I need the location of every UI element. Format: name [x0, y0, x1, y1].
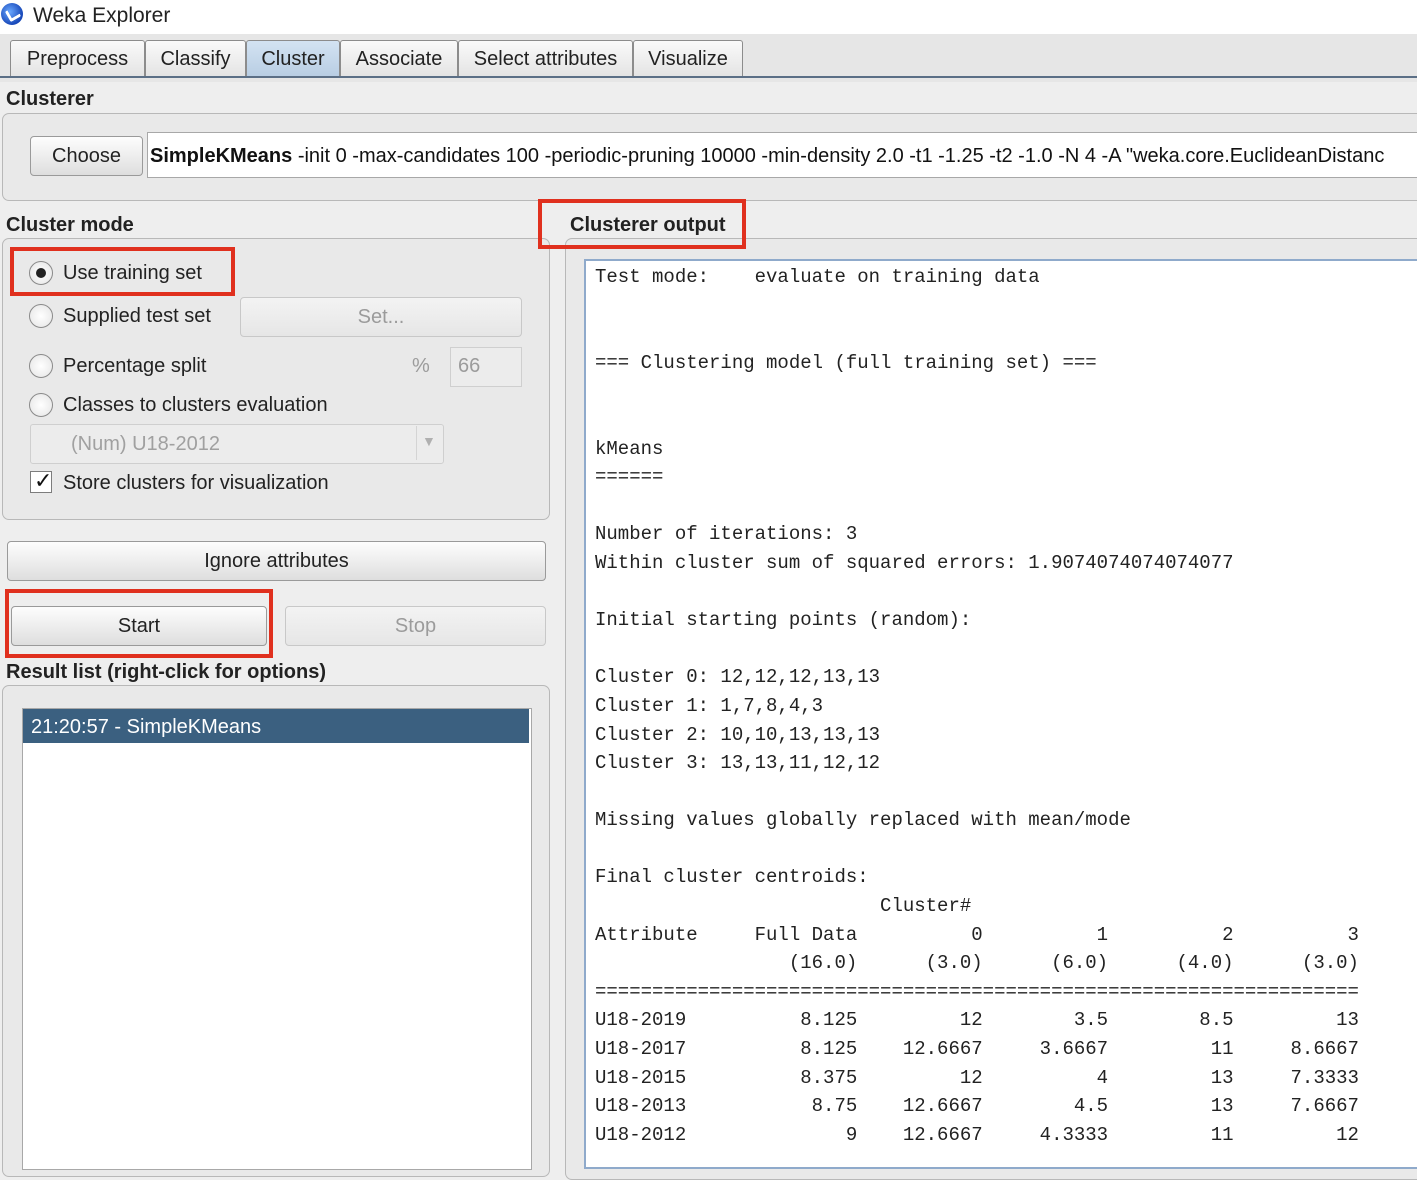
- percentage-split-label: Percentage split: [63, 355, 207, 377]
- percentage-split-value: 66: [458, 355, 481, 377]
- supplied-test-set-radio[interactable]: [29, 304, 53, 328]
- choose-button[interactable]: Choose: [30, 136, 143, 176]
- select-divider: [416, 426, 417, 460]
- set-test-set-button[interactable]: Set...: [240, 297, 522, 337]
- ignore-attributes-button[interactable]: Ignore attributes: [7, 541, 546, 581]
- class-attribute-value: (Num) U18-2012: [71, 433, 220, 455]
- chevron-down-icon: ▼: [422, 433, 436, 449]
- percent-symbol: %: [412, 355, 430, 377]
- cluster-mode-label: Cluster mode: [6, 214, 134, 236]
- tab-preprocess[interactable]: Preprocess: [10, 40, 145, 77]
- tab-cluster[interactable]: Cluster: [246, 40, 340, 77]
- algorithm-options: -init 0 -max-candidates 100 -periodic-pr…: [292, 145, 1385, 167]
- highlight-clusterer-output: [538, 199, 746, 249]
- result-list-item-label: 21:20:57 - SimpleKMeans: [31, 716, 262, 738]
- highlight-use-training-set: [10, 247, 235, 296]
- supplied-test-set-label: Supplied test set: [63, 305, 211, 327]
- classes-to-clusters-radio[interactable]: [29, 393, 53, 417]
- tab-associate[interactable]: Associate: [340, 40, 458, 77]
- tab-select-attributes[interactable]: Select attributes: [458, 40, 633, 77]
- weka-app-icon: [1, 3, 23, 25]
- highlight-start-button: [5, 589, 273, 658]
- store-clusters-label: Store clusters for visualization: [63, 472, 329, 494]
- tab-underline: [0, 76, 1417, 78]
- checkmark-icon: ✓: [34, 468, 53, 493]
- tab-visualize[interactable]: Visualize: [633, 40, 743, 77]
- classes-to-clusters-label: Classes to clusters evaluation: [63, 394, 328, 416]
- clusterer-config-text: SimpleKMeans -init 0 -max-candidates 100…: [150, 145, 1417, 168]
- result-list-label: Result list (right-click for options): [6, 661, 327, 683]
- stop-button[interactable]: Stop: [285, 606, 546, 646]
- tab-classify[interactable]: Classify: [145, 40, 246, 77]
- algorithm-name: SimpleKMeans: [150, 145, 293, 167]
- percentage-split-radio[interactable]: [29, 354, 53, 378]
- clusterer-output-text: Test mode: evaluate on training data ===…: [595, 266, 1359, 1146]
- store-clusters-checkbox[interactable]: ✓: [30, 468, 53, 493]
- window-title: Weka Explorer: [33, 4, 171, 27]
- title-bar: [0, 0, 1417, 34]
- result-list[interactable]: [22, 708, 532, 1170]
- clusterer-section-label: Clusterer: [6, 88, 94, 110]
